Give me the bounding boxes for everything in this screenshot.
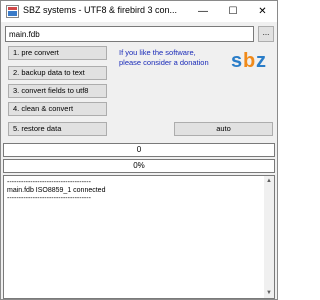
logo-letter-s: s — [231, 50, 242, 72]
scroll-up-icon[interactable]: ▲ — [264, 176, 274, 186]
log-line: ------------------------------------ — [7, 195, 91, 202]
app-window: SBZ systems - UTF8 & firebird 3 con... —… — [0, 0, 278, 300]
donation-link[interactable]: If you like the software, please conside… — [119, 48, 231, 68]
minimize-button[interactable]: — — [189, 1, 217, 22]
record-counter: 0 — [3, 143, 275, 157]
maximize-icon: ☐ — [228, 6, 238, 17]
backup-data-button[interactable]: 2. backup data to text — [8, 66, 107, 80]
close-button[interactable]: ✕ — [248, 1, 277, 22]
log-output[interactable]: ------------------------------------ mai… — [3, 175, 275, 299]
logo-letter-z: z — [256, 50, 266, 72]
database-file-input[interactable] — [5, 26, 254, 42]
logo-letter-b: b — [243, 50, 255, 72]
donation-line-2: please consider a donation — [119, 58, 209, 67]
title-bar[interactable]: SBZ systems - UTF8 & firebird 3 con... —… — [1, 1, 277, 22]
progress-bar: 0% — [3, 159, 275, 173]
pre-convert-button[interactable]: 1. pre convert — [8, 46, 107, 60]
auto-button[interactable]: auto — [174, 122, 273, 136]
window-title: SBZ systems - UTF8 & firebird 3 con... — [23, 5, 178, 15]
donation-line-1: If you like the software, — [119, 48, 196, 57]
scroll-down-icon[interactable]: ▼ — [264, 288, 274, 298]
sbz-logo: s b z — [231, 50, 266, 72]
log-scrollbar[interactable]: ▲ ▼ — [264, 176, 274, 298]
browse-button[interactable]: ... — [258, 26, 274, 42]
minimize-icon: — — [198, 6, 208, 17]
restore-data-button[interactable]: 5. restore data — [8, 122, 107, 136]
app-icon — [6, 5, 19, 18]
convert-fields-button[interactable]: 3. convert fields to utf8 — [8, 84, 107, 98]
progress-percent: 0% — [133, 161, 145, 170]
maximize-button[interactable]: ☐ — [219, 1, 247, 22]
clean-convert-button[interactable]: 4. clean & convert — [8, 102, 107, 116]
close-icon: ✕ — [258, 6, 267, 17]
